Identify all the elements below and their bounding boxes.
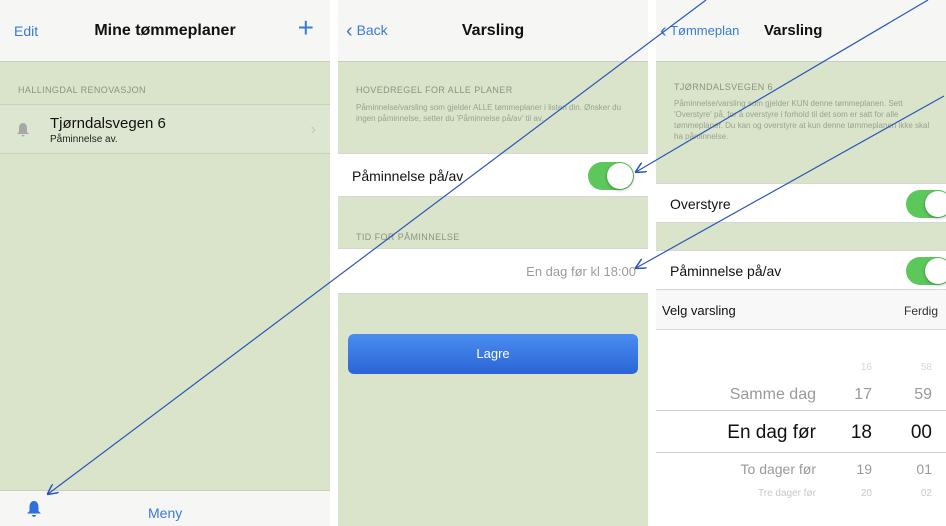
- reminder-toggle-row: Påminnelse på/av: [656, 250, 946, 290]
- navigation-bar: ‹ Back Varsling: [338, 0, 648, 62]
- reminder-time-value: En dag før kl 18:00: [526, 264, 636, 279]
- picker-option-selected: 18: [850, 422, 872, 443]
- chevron-left-icon: ‹: [660, 20, 667, 42]
- screenshot-collage: Edit Mine tømmeplaner + HALLINGDAL RENOV…: [0, 0, 946, 526]
- plan-list-item[interactable]: Tjørndalsvegen 6 Påminnelse av. ›: [0, 104, 330, 154]
- picker-option: 01: [916, 461, 932, 477]
- override-label: Overstyre: [670, 196, 731, 212]
- section-header: TJØRNDALSVEGEN 6: [674, 82, 773, 92]
- back-button[interactable]: ‹ Tømmeplan: [660, 20, 739, 43]
- add-plan-button[interactable]: +: [298, 14, 314, 42]
- toggle-knob: [607, 163, 633, 189]
- hour-wheel[interactable]: 16 17 18 19 20: [836, 330, 876, 526]
- bell-icon: [16, 122, 30, 143]
- picker-option: To dager før: [740, 461, 816, 477]
- save-button[interactable]: Lagre: [348, 334, 638, 374]
- section-header: HOVEDREGEL FOR ALLE PLANER: [356, 85, 513, 95]
- chevron-right-icon: ›: [310, 121, 316, 138]
- day-wheel[interactable]: Samme dag En dag før To dager før Tre da…: [656, 330, 816, 526]
- section-description: Påminnelse/varsling som gjelder ALLE tøm…: [356, 103, 622, 123]
- selection-line-top: [656, 410, 946, 411]
- section-description: Påminnelse/varsling som gjelder KUN denn…: [674, 99, 930, 141]
- back-label: Tømmeplan: [670, 23, 740, 38]
- picker-toolbar: Velg varsling Ferdig: [656, 290, 946, 330]
- picker-option-selected: 00: [910, 422, 932, 443]
- picker-option: 02: [920, 488, 932, 499]
- picker-option: Tre dager før: [758, 488, 816, 499]
- bell-icon[interactable]: [26, 500, 42, 523]
- picker-option: 17: [854, 386, 872, 403]
- selection-line-bottom: [656, 452, 946, 453]
- navigation-bar: Edit Mine tømmeplaner +: [0, 0, 330, 62]
- plan-notification-screen: ‹ Tømmeplan Varsling TJØRNDALSVEGEN 6 På…: [656, 0, 946, 526]
- override-toggle[interactable]: [906, 190, 946, 218]
- plan-title: Tjørndalsvegen 6: [50, 115, 166, 132]
- toggle-knob: [925, 191, 946, 217]
- reminder-time-row[interactable]: En dag før kl 18:00: [338, 248, 648, 294]
- picker-option: 16: [860, 362, 872, 373]
- navigation-bar: ‹ Tømmeplan Varsling: [656, 0, 946, 62]
- minute-wheel[interactable]: 58 59 00 01 02: [892, 330, 938, 526]
- page-title: Mine tømmeplaner: [94, 22, 236, 39]
- picker-option: Samme dag: [729, 386, 816, 403]
- plan-subtitle: Påminnelse av.: [50, 134, 118, 145]
- picker-option: 20: [860, 488, 872, 499]
- picker-option: 19: [856, 461, 872, 477]
- section-header: TID FOR PÅMINNELSE: [356, 232, 460, 242]
- override-toggle-row: Overstyre: [656, 183, 946, 223]
- tab-bar: Meny: [0, 490, 330, 526]
- page-title: Varsling: [764, 22, 823, 39]
- reminder-toggle[interactable]: [588, 162, 634, 190]
- page-title: Varsling: [461, 22, 525, 39]
- section-header: HALLINGDAL RENOVASJON: [18, 85, 146, 95]
- picker-option: 59: [914, 386, 932, 403]
- picker-option-selected: En dag før: [727, 422, 816, 443]
- reminder-toggle-row: Påminnelse på/av: [338, 153, 648, 197]
- toggle-knob: [925, 258, 946, 284]
- tab-menu[interactable]: Meny: [148, 505, 182, 521]
- plans-screen: Edit Mine tømmeplaner + HALLINGDAL RENOV…: [0, 0, 330, 526]
- time-picker: Velg varsling Ferdig Samme dag En dag fø…: [656, 290, 946, 526]
- picker-title: Velg varsling: [662, 303, 736, 318]
- done-button[interactable]: Ferdig: [904, 304, 938, 318]
- reminder-toggle[interactable]: [906, 257, 946, 285]
- notification-settings-screen: ‹ Back Varsling HOVEDREGEL FOR ALLE PLAN…: [338, 0, 648, 526]
- picker-option: 58: [920, 362, 932, 373]
- reminder-toggle-label: Påminnelse på/av: [670, 263, 782, 279]
- reminder-toggle-label: Påminnelse på/av: [352, 168, 464, 184]
